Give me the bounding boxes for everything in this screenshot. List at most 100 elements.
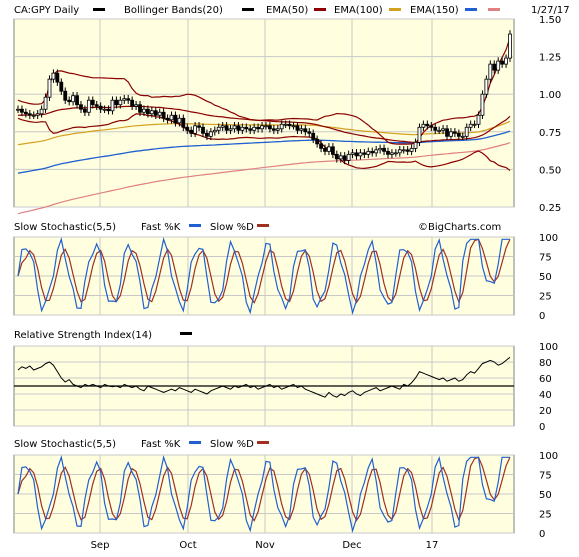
- price-bar-body: [264, 125, 268, 128]
- price-bar-body: [79, 104, 83, 110]
- y-tick-label: 25: [539, 292, 552, 303]
- legend-ema50-label: EMA(50): [266, 5, 308, 16]
- price-bar-body: [224, 125, 229, 131]
- stoch-bottom-slowd-swatch: [257, 441, 269, 444]
- price-bar-body: [173, 114, 178, 124]
- y-tick-label: 0.50: [539, 165, 561, 176]
- price-bar-body: [488, 63, 493, 80]
- legend-ema100-swatch: [389, 8, 401, 11]
- price-bar-body: [149, 110, 154, 115]
- price-bar-body: [142, 108, 146, 113]
- price-bar-body: [429, 125, 434, 128]
- price-bar-body: [409, 147, 414, 152]
- price-bar-body: [59, 81, 64, 92]
- price-bar-body: [185, 126, 190, 131]
- y-tick-label: 20: [539, 406, 552, 417]
- price-bar-body: [287, 123, 292, 127]
- price-bar-body: [484, 78, 489, 95]
- stoch-bottom-y-ticks: 100 75 50 25 0: [539, 451, 558, 540]
- price-bar-body: [67, 99, 72, 103]
- legend-symbol-label: CA:GPY Daily: [14, 5, 79, 16]
- price-bar-body: [496, 60, 501, 71]
- price-bar-body: [228, 128, 233, 131]
- price-bar-body: [456, 132, 461, 137]
- price-bar-body: [346, 153, 351, 161]
- y-tick-label: 60: [539, 374, 552, 385]
- price-bar-body: [390, 152, 394, 155]
- price-bar-body: [291, 125, 296, 128]
- price-bar-body: [252, 126, 257, 131]
- price-bar-body: [472, 123, 477, 126]
- stoch-top-fastk-label: Fast %K: [141, 222, 181, 233]
- price-bar-body: [145, 108, 150, 115]
- stoch-bottom-fastk-label: Fast %K: [141, 439, 181, 450]
- price-bar-body: [330, 146, 335, 155]
- price-bar-body: [275, 128, 280, 131]
- price-bar-body: [75, 95, 79, 106]
- price-bar-body: [98, 105, 103, 110]
- price-bar-body: [386, 150, 390, 155]
- price-bar-body: [299, 128, 304, 131]
- price-bar-body: [205, 132, 209, 137]
- price-bar-body: [244, 126, 249, 130]
- price-bar-body: [433, 126, 438, 131]
- x-axis-labels: Sep Oct Nov Dec 17: [91, 540, 439, 551]
- price-bar-body: [27, 113, 32, 116]
- price-bar-body: [370, 150, 375, 154]
- price-bar-body: [468, 123, 473, 128]
- price-bar-body: [240, 126, 245, 131]
- price-bar-body: [134, 104, 138, 107]
- price-bar-body: [464, 126, 469, 137]
- price-bar-body: [51, 72, 56, 80]
- price-bar-body: [350, 152, 355, 155]
- legend-bollinger-label: Bollinger Bands(20): [124, 5, 223, 16]
- y-tick-label: 50: [539, 272, 552, 283]
- price-bar-body: [110, 99, 115, 112]
- price-bar-body: [232, 125, 237, 130]
- price-bar-body: [118, 99, 123, 106]
- x-tick-label: Oct: [179, 540, 196, 551]
- price-bar-body: [504, 57, 508, 65]
- watermark: ©BigCharts.com: [418, 222, 501, 233]
- y-tick-label: 100: [539, 451, 558, 462]
- price-bar-body: [268, 125, 272, 130]
- price-bar-body: [208, 131, 213, 137]
- price-bar-body: [126, 98, 131, 101]
- stoch-bottom-fastk-swatch: [189, 441, 201, 444]
- price-bar-body: [338, 155, 343, 160]
- price-panel: CA:GPY Daily Bollinger Bands(20) EMA(50)…: [13, 5, 570, 233]
- price-bar-body: [189, 129, 194, 134]
- rsi-title: Relative Strength Index(14): [14, 330, 152, 341]
- price-bar-body: [90, 99, 95, 106]
- y-tick-label: 0.25: [539, 203, 561, 214]
- y-tick-label: 100: [539, 233, 558, 244]
- price-bar-body: [405, 149, 410, 152]
- price-bar-body: [354, 152, 359, 157]
- y-tick-label: 100: [539, 342, 558, 353]
- y-tick-label: 0: [539, 311, 545, 322]
- price-bar-body: [236, 125, 241, 131]
- price-bar-body: [102, 108, 107, 111]
- price-bar-body: [421, 123, 426, 128]
- price-bar-body: [437, 129, 442, 132]
- rsi-swatch: [180, 332, 192, 335]
- y-tick-label: 1.00: [539, 90, 561, 101]
- price-bar-body: [283, 123, 288, 126]
- price-bar-body: [303, 128, 308, 133]
- legend-ema100-label: EMA(100): [334, 5, 383, 16]
- y-tick-label: 50: [539, 490, 552, 501]
- price-bar-body: [397, 149, 402, 154]
- stoch-top-y-ticks: 100 75 50 25 0: [539, 233, 558, 322]
- stoch-top-panel: Slow Stochastic(5,5) Fast %K Slow %D 100…: [13, 222, 558, 322]
- chart-svg: CA:GPY Daily Bollinger Bands(20) EMA(50)…: [13, 5, 570, 551]
- price-bar-body: [94, 104, 99, 107]
- stoch-bottom-title: Slow Stochastic(5,5): [14, 439, 116, 450]
- price-bar-body: [358, 152, 363, 157]
- price-bar-body: [279, 123, 284, 130]
- stoch-top-title: Slow Stochastic(5,5): [14, 222, 116, 233]
- price-bar-body: [452, 131, 457, 134]
- price-bar-body: [39, 108, 44, 115]
- price-bar-body: [181, 117, 186, 128]
- price-y-ticks: 1.50 1.25 1.00 0.75 0.50 0.25: [539, 15, 561, 214]
- price-bar-body: [327, 146, 331, 152]
